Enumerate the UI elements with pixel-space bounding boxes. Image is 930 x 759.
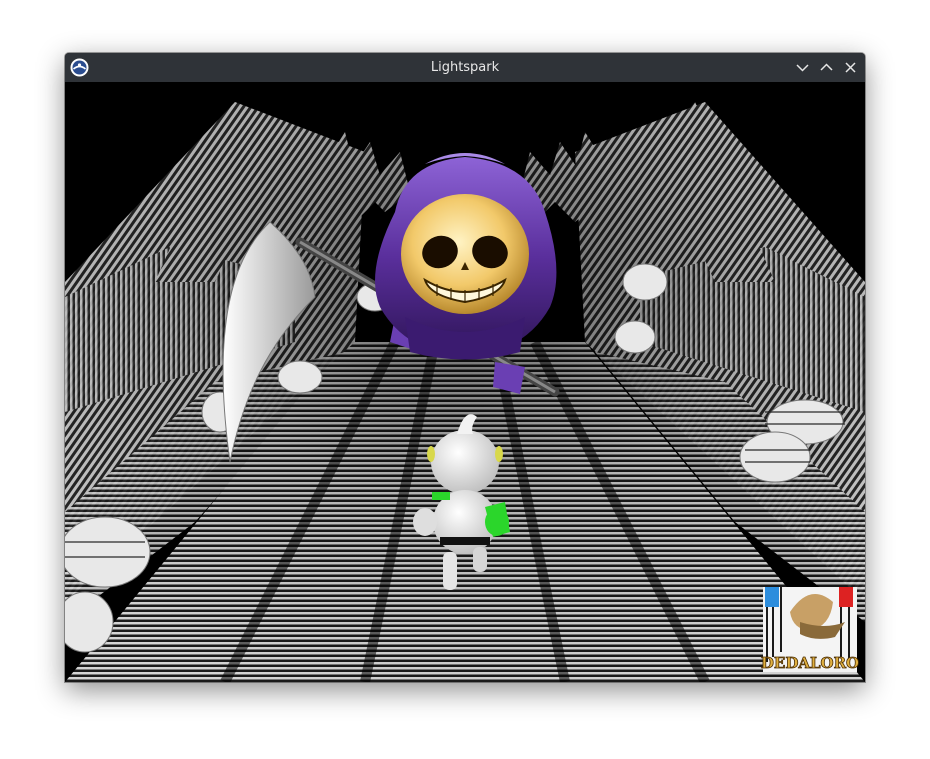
logo-text: DEDALORO [761, 654, 859, 672]
chevron-up-icon [820, 63, 833, 71]
window-title: Lightspark [430, 60, 500, 75]
app-window: Lightspark DEDALORO [65, 53, 865, 682]
dedaloro-logo: DEDALORO [760, 587, 860, 672]
close-button[interactable] [842, 59, 859, 76]
minimize-button[interactable] [794, 59, 811, 76]
game-canvas[interactable]: DEDALORO [65, 82, 865, 682]
maximize-button[interactable] [818, 59, 835, 76]
chevron-down-icon [796, 64, 809, 72]
close-icon [845, 62, 856, 73]
titlebar[interactable]: Lightspark [65, 53, 865, 82]
